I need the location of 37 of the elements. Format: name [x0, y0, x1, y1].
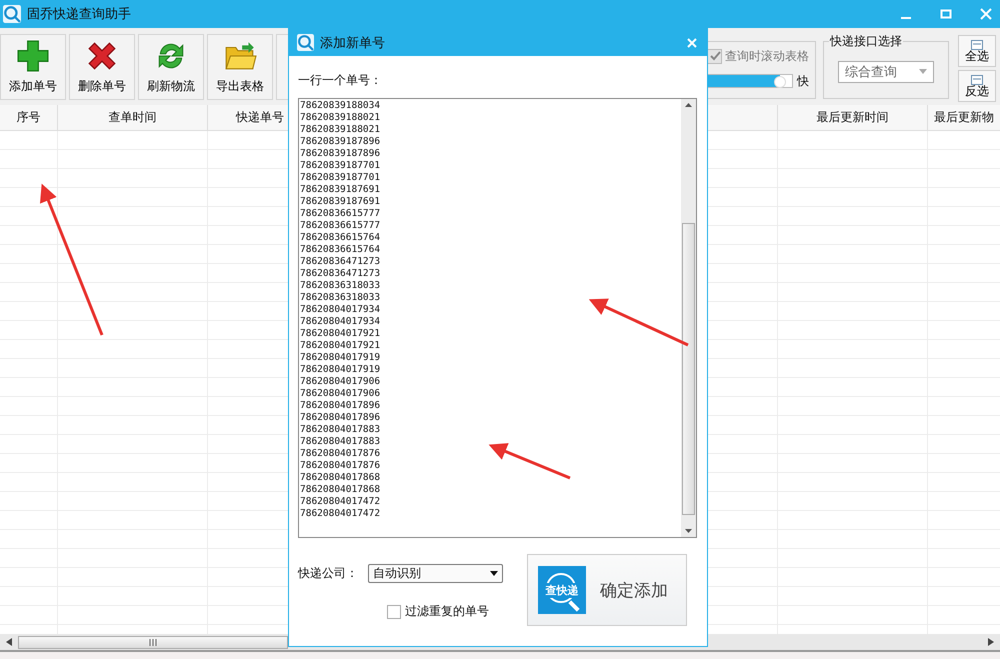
select-button[interactable]: 全选	[958, 35, 996, 67]
table-icon	[971, 40, 983, 50]
checkbox[interactable]	[387, 604, 401, 618]
grip-icon	[149, 638, 157, 646]
magnifier-icon	[297, 34, 314, 51]
column-header[interactable]: 查单时间	[108, 109, 156, 126]
toolbar-button[interactable]: 删除单号	[69, 34, 135, 100]
close-icon[interactable]	[980, 8, 992, 20]
toolbar-button[interactable]: 添加单号	[0, 34, 66, 100]
caret-icon	[490, 571, 498, 576]
magnifier-icon	[3, 5, 21, 23]
api-dropdown[interactable]: 综合查询	[838, 60, 934, 82]
column-header[interactable]: 序号	[16, 109, 40, 126]
checkbox-label: 查询时滚动表格	[725, 48, 809, 64]
maximize-icon[interactable]	[940, 8, 952, 20]
select-button[interactable]: 反选	[958, 70, 996, 102]
checkbox-label: 过滤重复的单号	[405, 603, 489, 620]
scroll-left-icon[interactable]	[6, 638, 12, 646]
company-label: 快递公司：	[298, 565, 358, 582]
column-header[interactable]: 最后更新时间	[816, 109, 888, 126]
table-icon	[971, 74, 983, 84]
group-title: 快递接口选择	[829, 32, 903, 50]
column-header[interactable]: 快递单号	[236, 109, 284, 126]
close-icon[interactable]	[687, 38, 697, 48]
toolbar-button[interactable]: 导出表格	[207, 34, 273, 100]
caret-icon	[919, 69, 927, 74]
slider-label: 快	[797, 72, 809, 90]
scroll-right-icon[interactable]	[988, 638, 994, 646]
prompt-label: 一行一个单号：	[298, 72, 383, 89]
confirm-button[interactable]: 查快递 确定添加	[527, 554, 687, 626]
column-header[interactable]: 最后更新物	[934, 109, 994, 126]
plus-icon	[16, 38, 50, 72]
logo-icon: 查快递	[538, 566, 586, 614]
window-title: 固乔快递查询助手	[27, 6, 131, 23]
dialog-title: 添加新单号	[320, 34, 385, 52]
company-dropdown[interactable]: 自动识别	[368, 564, 503, 583]
toolbar-button[interactable]: 刷新物流	[138, 34, 204, 100]
